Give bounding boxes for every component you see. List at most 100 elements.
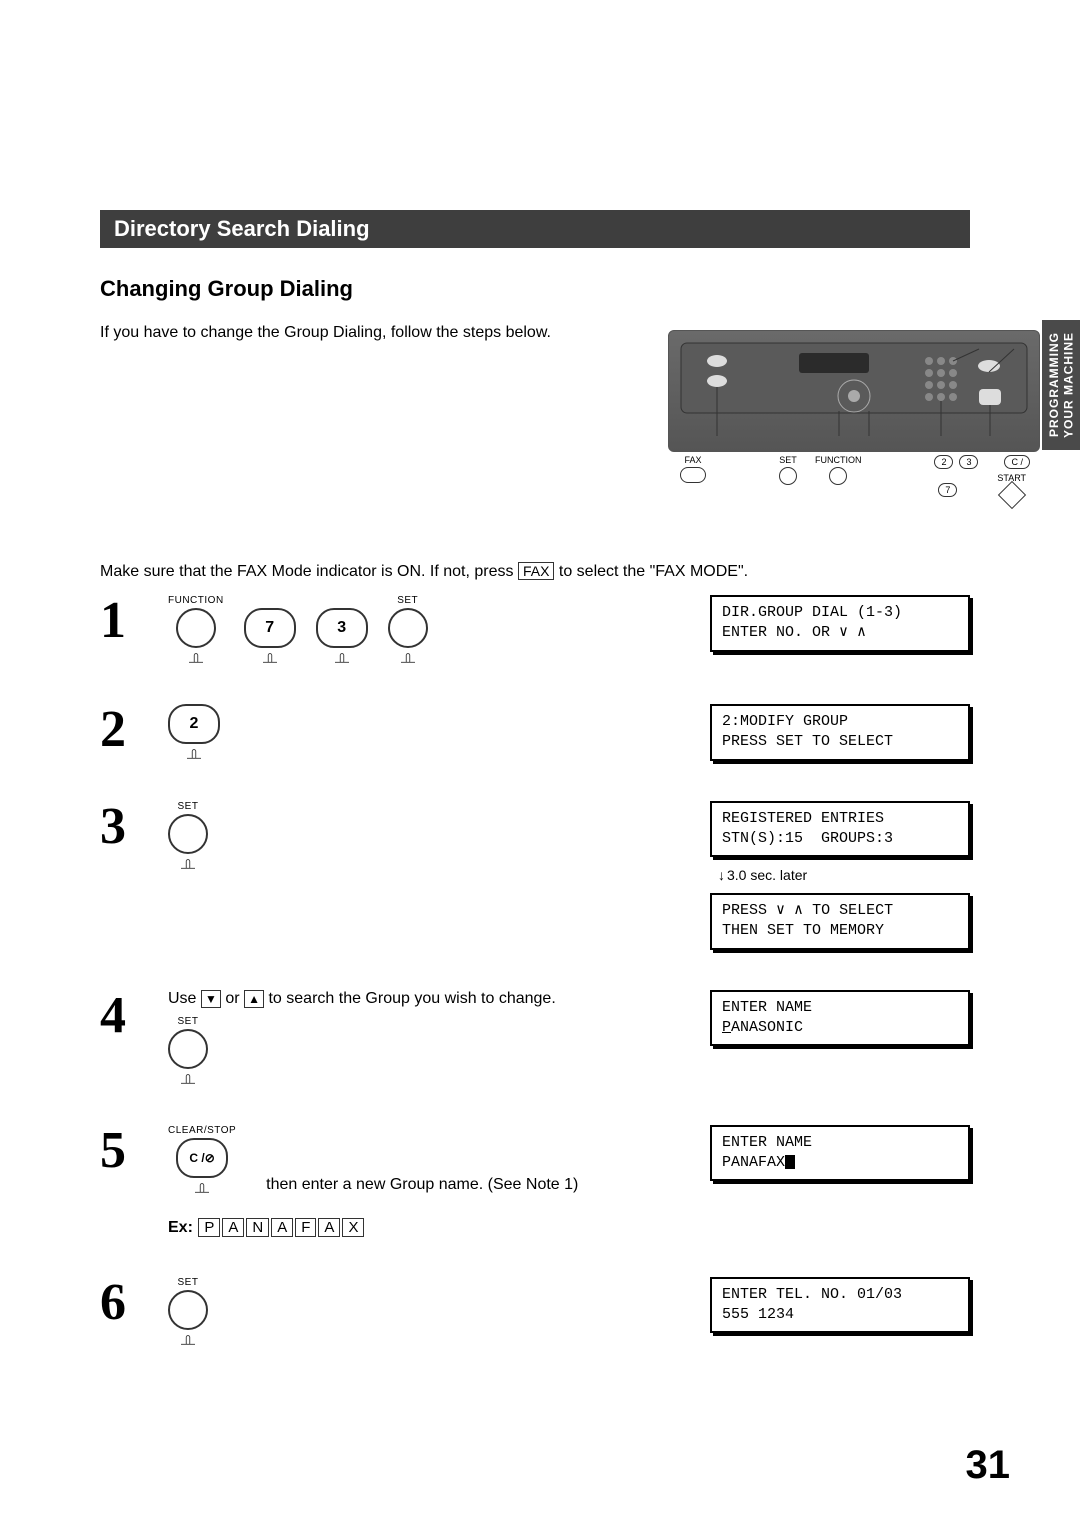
cursor-icon [785,1155,795,1169]
steps-list: 1 FUNCTION 7 3 [100,595,970,1346]
fax-callout-btn [680,467,706,483]
set-button [168,1290,208,1330]
step-number: 6 [100,1277,140,1329]
fax-callout-label: FAX [680,455,706,465]
step-4: 4 Use ▼ or ▲ to search the Group you wis… [100,990,970,1085]
step-1: 1 FUNCTION 7 3 [100,595,970,664]
key-N: N [246,1218,269,1237]
set-button [168,1029,208,1069]
step-3-buttons: SET [168,801,208,870]
set-callout-label: SET [779,455,797,465]
function-button-col: FUNCTION [168,595,224,664]
function-label: FUNCTION [168,595,224,606]
num-callouts: 2 3 C / [934,455,1030,469]
press-icon [183,746,205,760]
step-4-text: Use ▼ or ▲ to search the Group you wish … [168,990,682,1008]
step-2-buttons: 2 [168,704,220,760]
set-button [388,608,428,648]
mid-callouts: SET FUNCTION [779,455,862,507]
lcd-display: ENTER NAME PANASONIC [710,990,970,1047]
lcd-display: PRESS ∨ ∧ TO SELECT THEN SET TO MEMORY [710,893,970,950]
fax-callout: FAX [680,455,706,507]
callout-2: 2 [934,455,953,469]
seven-button-col: 7 [244,595,296,664]
set-label: SET [178,1277,199,1288]
step-4-buttons: SET [168,1016,682,1085]
set-button-col: SET [388,595,428,664]
section-tab-text: PROGRAMMINGYOUR MACHINE [1047,332,1076,438]
down-arrow-key: ▼ [201,990,221,1008]
control-panel-illustration [668,330,1040,452]
ex-label: Ex: [168,1219,193,1236]
function-callout-btn [829,467,847,485]
example-row: Ex: PANAFAX [168,1218,682,1237]
clear-stop-col: CLEAR/STOP C /⊘ [168,1125,236,1194]
step-4-display: ENTER NAME PANASONIC [710,990,970,1047]
set-label: SET [178,801,199,812]
press-icon [331,650,353,664]
two-button: 2 [168,704,220,744]
mode-post: to select the "FAX MODE". [559,563,748,580]
step-5-display: ENTER NAME PANAFAX [710,1125,970,1182]
lcd-underline: P [722,1019,731,1036]
step-2: 2 2 2:MODIFY GROUP PRESS SET TO SELECT [100,704,970,761]
lcd-display: REGISTERED ENTRIES STN(S):15 GROUPS:3 [710,801,970,858]
page-number: 31 [966,1443,1011,1488]
step-number: 4 [100,990,140,1042]
step-5-note: then enter a new Group name. (See Note 1… [266,1176,578,1194]
set-callout: SET [779,455,797,507]
set-button-col: SET [168,801,208,870]
set-button-col: SET [168,1016,208,1085]
clear-stop-label: CLEAR/STOP [168,1125,236,1136]
clear-stop-button: C /⊘ [176,1138,228,1178]
step-6-buttons: SET [168,1277,208,1346]
panel-svg [679,341,1029,441]
key-F: F [295,1218,316,1237]
lcd-display: ENTER NAME PANAFAX [710,1125,970,1182]
step4-post: to search the Group you wish to change. [268,990,555,1007]
set-button-col: SET [168,1277,208,1346]
function-button [176,608,216,648]
lcd-display: 2:MODIFY GROUP PRESS SET TO SELECT [710,704,970,761]
step-5-body: CLEAR/STOP C /⊘ then enter a new Group n… [168,1125,682,1237]
press-icon [191,1180,213,1194]
step-2-display: 2:MODIFY GROUP PRESS SET TO SELECT [710,704,970,761]
key-A: A [318,1218,340,1237]
function-callout-label: FUNCTION [815,455,862,465]
step-6-display: ENTER TEL. NO. 01/03 555 1234 [710,1277,970,1334]
press-icon [259,650,281,664]
step4-pre: Use [168,990,201,1007]
three-button: 3 [316,608,368,648]
sub-heading: Changing Group Dialing [100,276,970,302]
press-icon [177,1332,199,1346]
press-icon [177,856,199,870]
step-3-display: REGISTERED ENTRIES STN(S):15 GROUPS:3 3.… [710,801,970,950]
step-5: 5 CLEAR/STOP C /⊘ then enter a new Group… [100,1125,970,1237]
step-number: 1 [100,595,140,647]
step-3: 3 SET REGISTERED ENTRIES STN(S):15 GROUP… [100,801,970,950]
set-label: SET [178,1016,199,1027]
right-callouts: 2 3 C / 7 START [934,455,1030,507]
up-arrow-key: ▲ [244,990,264,1008]
step-1-display: DIR.GROUP DIAL (1-3) ENTER NO. OR ∨ ∧ [710,595,970,652]
step-number: 3 [100,801,140,853]
delay-note: 3.0 sec. later [718,867,970,883]
key-X: X [342,1218,364,1237]
fax-key: FAX [518,562,554,580]
seven-button: 7 [244,608,296,648]
seven-start-row: 7 START [938,473,1026,507]
key-P: P [198,1218,220,1237]
press-icon [397,650,419,664]
press-icon [185,650,207,664]
panel-callouts: FAX SET FUNCTION 2 3 C / 7 STA [670,455,1040,507]
set-button [168,814,208,854]
function-callout: FUNCTION [815,455,862,507]
manual-page: PROGRAMMINGYOUR MACHINE Directory Search… [0,0,1080,1528]
step-6: 6 SET ENTER TEL. NO. 01/03 555 1234 [100,1277,970,1346]
title-bar: Directory Search Dialing [100,210,970,248]
key-A: A [271,1218,293,1237]
step-5-buttons: CLEAR/STOP C /⊘ then enter a new Group n… [168,1125,682,1194]
callout-3: 3 [959,455,978,469]
step-4-body: Use ▼ or ▲ to search the Group you wish … [168,990,682,1085]
section-tab: PROGRAMMINGYOUR MACHINE [1042,320,1080,450]
